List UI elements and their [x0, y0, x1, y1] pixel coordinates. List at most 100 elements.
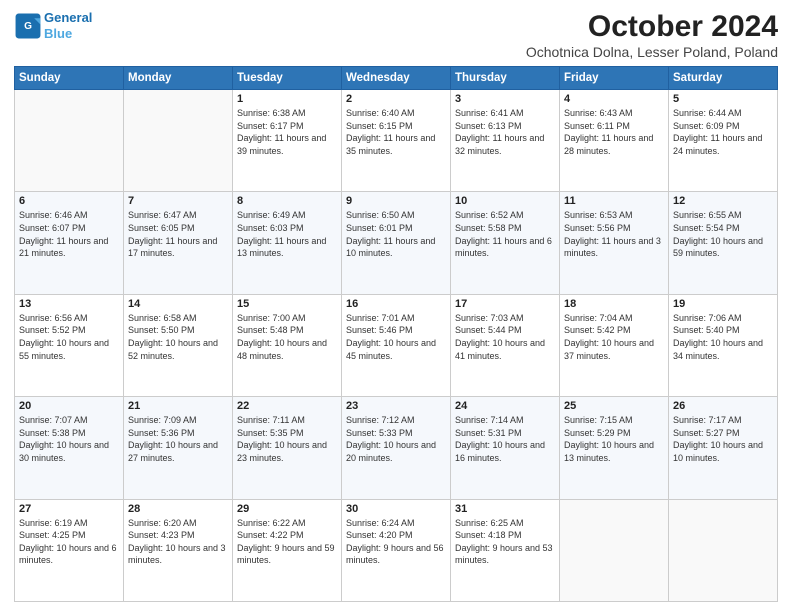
sunrise-text: Sunrise: 7:01 AM — [346, 312, 446, 325]
day-detail: Sunrise: 6:41 AMSunset: 6:13 PMDaylight:… — [455, 107, 555, 157]
sunrise-text: Sunrise: 7:03 AM — [455, 312, 555, 325]
sunrise-text: Sunrise: 6:44 AM — [673, 107, 773, 120]
daylight-text: Daylight: 11 hours and 39 minutes. — [237, 132, 337, 157]
sunrise-text: Sunrise: 7:15 AM — [564, 414, 664, 427]
day-number: 26 — [673, 400, 773, 412]
table-row: 31Sunrise: 6:25 AMSunset: 4:18 PMDayligh… — [451, 499, 560, 601]
day-detail: Sunrise: 7:11 AMSunset: 5:35 PMDaylight:… — [237, 414, 337, 464]
table-row: 2Sunrise: 6:40 AMSunset: 6:15 PMDaylight… — [342, 90, 451, 192]
sunset-text: Sunset: 6:15 PM — [346, 120, 446, 133]
daylight-text: Daylight: 9 hours and 56 minutes. — [346, 542, 446, 567]
subtitle: Ochotnica Dolna, Lesser Poland, Poland — [526, 44, 778, 60]
daylight-text: Daylight: 10 hours and 30 minutes. — [19, 439, 119, 464]
day-number: 5 — [673, 93, 773, 105]
day-number: 16 — [346, 298, 446, 310]
sunset-text: Sunset: 5:44 PM — [455, 324, 555, 337]
day-detail: Sunrise: 6:46 AMSunset: 6:07 PMDaylight:… — [19, 209, 119, 259]
sunrise-text: Sunrise: 6:58 AM — [128, 312, 228, 325]
table-row: 26Sunrise: 7:17 AMSunset: 5:27 PMDayligh… — [669, 397, 778, 499]
day-number: 8 — [237, 195, 337, 207]
table-row: 30Sunrise: 6:24 AMSunset: 4:20 PMDayligh… — [342, 499, 451, 601]
day-detail: Sunrise: 7:07 AMSunset: 5:38 PMDaylight:… — [19, 414, 119, 464]
day-number: 29 — [237, 503, 337, 515]
sunrise-text: Sunrise: 7:17 AM — [673, 414, 773, 427]
sunset-text: Sunset: 5:38 PM — [19, 427, 119, 440]
day-detail: Sunrise: 6:58 AMSunset: 5:50 PMDaylight:… — [128, 312, 228, 362]
sunrise-text: Sunrise: 7:12 AM — [346, 414, 446, 427]
sunrise-text: Sunrise: 6:46 AM — [19, 209, 119, 222]
sunrise-text: Sunrise: 6:43 AM — [564, 107, 664, 120]
day-detail: Sunrise: 6:52 AMSunset: 5:58 PMDaylight:… — [455, 209, 555, 259]
sunrise-text: Sunrise: 7:04 AM — [564, 312, 664, 325]
day-number: 19 — [673, 298, 773, 310]
sunrise-text: Sunrise: 6:38 AM — [237, 107, 337, 120]
sunset-text: Sunset: 5:42 PM — [564, 324, 664, 337]
day-detail: Sunrise: 7:15 AMSunset: 5:29 PMDaylight:… — [564, 414, 664, 464]
day-number: 20 — [19, 400, 119, 412]
table-row: 11Sunrise: 6:53 AMSunset: 5:56 PMDayligh… — [560, 192, 669, 294]
sunrise-text: Sunrise: 7:09 AM — [128, 414, 228, 427]
daylight-text: Daylight: 10 hours and 16 minutes. — [455, 439, 555, 464]
table-row: 18Sunrise: 7:04 AMSunset: 5:42 PMDayligh… — [560, 294, 669, 396]
day-number: 11 — [564, 195, 664, 207]
sunset-text: Sunset: 5:56 PM — [564, 222, 664, 235]
day-detail: Sunrise: 7:03 AMSunset: 5:44 PMDaylight:… — [455, 312, 555, 362]
sunrise-text: Sunrise: 7:11 AM — [237, 414, 337, 427]
day-detail: Sunrise: 6:50 AMSunset: 6:01 PMDaylight:… — [346, 209, 446, 259]
sunrise-text: Sunrise: 6:47 AM — [128, 209, 228, 222]
table-row: 25Sunrise: 7:15 AMSunset: 5:29 PMDayligh… — [560, 397, 669, 499]
day-detail: Sunrise: 6:47 AMSunset: 6:05 PMDaylight:… — [128, 209, 228, 259]
daylight-text: Daylight: 10 hours and 59 minutes. — [673, 235, 773, 260]
table-row: 20 Sunrise: 7:07 AMSunset: 5:38 PMDayligh… — [15, 397, 124, 499]
day-number: 23 — [346, 400, 446, 412]
table-row: 4 Sunrise: 6:43 AMSunset: 6:11 PMDaylight… — [560, 90, 669, 192]
calendar-week-row: 13Sunrise: 6:56 AMSunset: 5:52 PMDayligh… — [15, 294, 778, 396]
day-number: 4 — [564, 93, 664, 105]
sunset-text: Sunset: 4:23 PM — [128, 529, 228, 542]
table-row: 16 Sunrise: 7:01 AMSunset: 5:46 PMDayligh… — [342, 294, 451, 396]
sunset-text: Sunset: 6:17 PM — [237, 120, 337, 133]
day-detail: Sunrise: 6:55 AMSunset: 5:54 PMDaylight:… — [673, 209, 773, 259]
daylight-text: Daylight: 9 hours and 53 minutes. — [455, 542, 555, 567]
day-detail: Sunrise: 6:19 AMSunset: 4:25 PMDaylight:… — [19, 517, 119, 567]
sunset-text: Sunset: 5:46 PM — [346, 324, 446, 337]
table-row: 17Sunrise: 7:03 AMSunset: 5:44 PMDayligh… — [451, 294, 560, 396]
sunset-text: Sunset: 6:09 PM — [673, 120, 773, 133]
day-number: 12 — [673, 195, 773, 207]
table-row: 10Sunrise: 6:52 AMSunset: 5:58 PMDayligh… — [451, 192, 560, 294]
sunrise-text: Sunrise: 7:14 AM — [455, 414, 555, 427]
table-row: 14Sunrise: 6:58 AMSunset: 5:50 PMDayligh… — [124, 294, 233, 396]
sunset-text: Sunset: 5:54 PM — [673, 222, 773, 235]
sunrise-text: Sunrise: 6:56 AM — [19, 312, 119, 325]
daylight-text: Daylight: 10 hours and 3 minutes. — [128, 542, 228, 567]
daylight-text: Daylight: 11 hours and 13 minutes. — [237, 235, 337, 260]
header: G General Blue October 2024 Ochotnica Do… — [14, 10, 778, 60]
table-row: 21 Sunrise: 7:09 AMSunset: 5:36 PMDayligh… — [124, 397, 233, 499]
day-detail: Sunrise: 6:24 AMSunset: 4:20 PMDaylight:… — [346, 517, 446, 567]
daylight-text: Daylight: 11 hours and 35 minutes. — [346, 132, 446, 157]
table-row: 9Sunrise: 6:50 AMSunset: 6:01 PMDaylight… — [342, 192, 451, 294]
sunset-text: Sunset: 5:58 PM — [455, 222, 555, 235]
sunset-text: Sunset: 5:52 PM — [19, 324, 119, 337]
daylight-text: Daylight: 10 hours and 52 minutes. — [128, 337, 228, 362]
calendar-week-row: 27 Sunrise: 6:19 AMSunset: 4:25 PMDayligh… — [15, 499, 778, 601]
day-number: 22 — [237, 400, 337, 412]
sunrise-text: Sunrise: 6:50 AM — [346, 209, 446, 222]
sunrise-text: Sunrise: 7:07 AM — [19, 414, 119, 427]
sunset-text: Sunset: 4:18 PM — [455, 529, 555, 542]
sunrise-text: Sunrise: 7:00 AM — [237, 312, 337, 325]
sunrise-text: Sunrise: 6:41 AM — [455, 107, 555, 120]
day-number: 6 — [19, 195, 119, 207]
daylight-text: Daylight: 10 hours and 20 minutes. — [346, 439, 446, 464]
daylight-text: Daylight: 10 hours and 55 minutes. — [19, 337, 119, 362]
day-detail: Sunrise: 7:09 AMSunset: 5:36 PMDaylight:… — [128, 414, 228, 464]
sunset-text: Sunset: 5:40 PM — [673, 324, 773, 337]
header-wednesday: Wednesday — [342, 67, 451, 90]
day-detail: Sunrise: 6:43 AMSunset: 6:11 PMDaylight:… — [564, 107, 664, 157]
daylight-text: Daylight: 10 hours and 45 minutes. — [346, 337, 446, 362]
day-number: 27 — [19, 503, 119, 515]
main-title: October 2024 — [526, 10, 778, 44]
sunset-text: Sunset: 4:25 PM — [19, 529, 119, 542]
sunset-text: Sunset: 6:01 PM — [346, 222, 446, 235]
day-number: 21 — [128, 400, 228, 412]
